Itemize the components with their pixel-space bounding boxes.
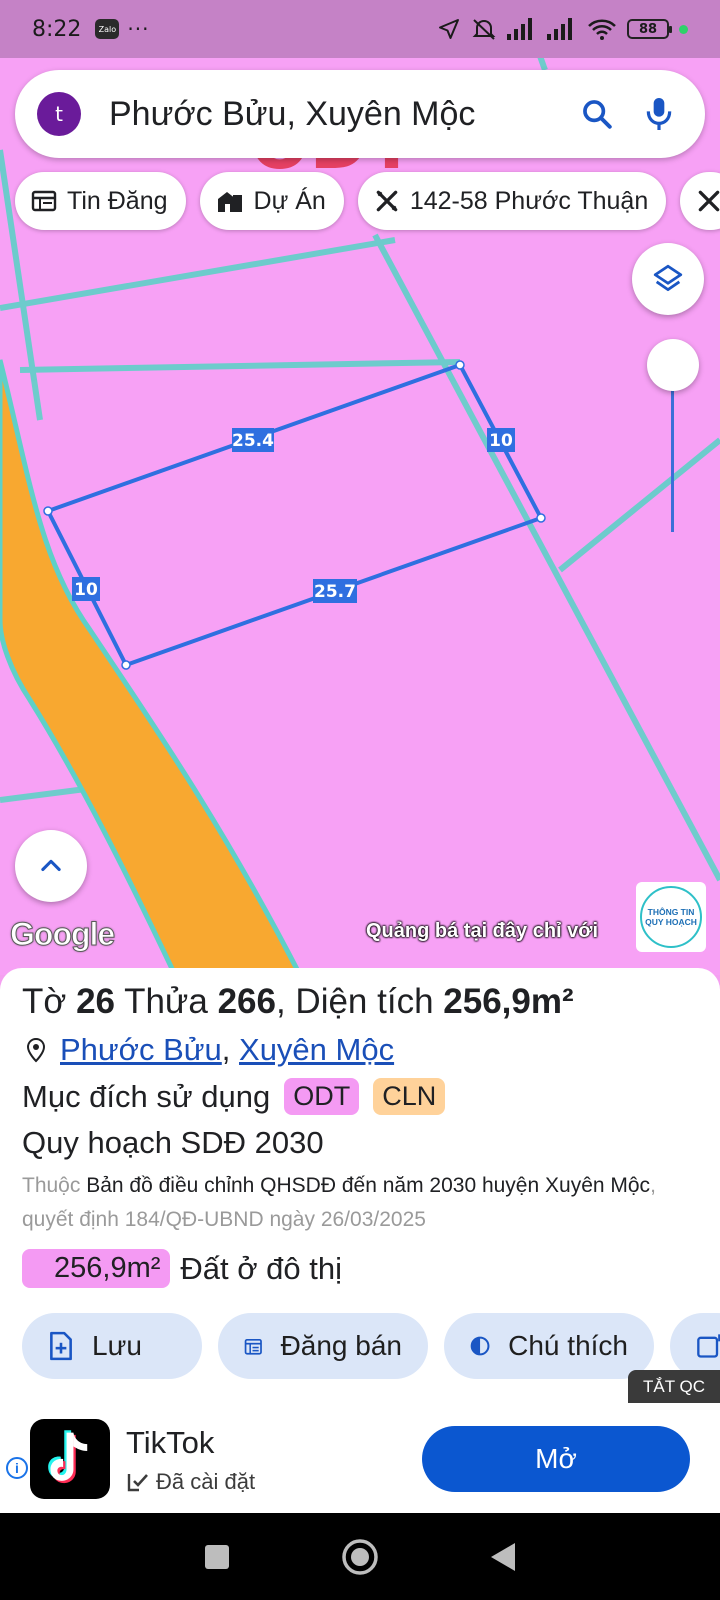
back-icon[interactable] [489, 1541, 517, 1573]
title-prefix: Tờ [22, 982, 77, 1021]
zone-area-badge: 256,9m² [22, 1249, 171, 1288]
desc-prefix: Thuộc [22, 1174, 87, 1197]
chip-label: Tin Đăng [67, 186, 168, 215]
expand-sheet-button[interactable] [15, 830, 87, 902]
recents-icon[interactable] [203, 1543, 231, 1571]
microphone-icon [646, 98, 672, 130]
opacity-slider-handle[interactable] [647, 339, 699, 391]
chip-measure-location[interactable]: 142-58 Phước Thuận [357, 172, 667, 230]
purpose-badge-cln: CLN [373, 1078, 446, 1115]
chip-label: 142-58 Phước Thuận [409, 186, 649, 215]
zone-name: Đất ở đô thị [180, 1250, 343, 1286]
add-photo-icon [697, 1334, 720, 1358]
land-use-purpose: Mục đích sử dụng ODT CLN [22, 1078, 698, 1115]
parcel-area: 256,9m² [443, 982, 574, 1021]
district-link[interactable]: Xuyên Mộc [239, 1032, 394, 1068]
status-bar: 8:22 Zalo ··· 88 [0, 0, 720, 58]
ward-link[interactable]: Phước Bửu [60, 1032, 222, 1068]
title-area-label: , Diện tích [275, 982, 444, 1021]
parcel-title: Tờ 26 Thửa 266, Diện tích 256,9m² [22, 982, 698, 1022]
system-nav-bar [0, 1513, 720, 1600]
edge-label-left: 10 [74, 580, 98, 600]
status-time: 8:22 [32, 16, 82, 42]
search-bar[interactable]: t Phước Bửu, Xuyên Mộc [15, 70, 705, 158]
google-logo: Google [9, 916, 115, 953]
edge-label-top: 25.4 [232, 431, 274, 451]
close-ad-button[interactable]: TẮT QC [628, 1370, 720, 1404]
promo-banner-text[interactable]: Quảng bá tại đây chỉ với [366, 920, 598, 943]
qh-logo-line2: QUY HOẠCH [645, 917, 697, 927]
chip-tin-dang[interactable]: Tin Đăng [15, 172, 186, 230]
edge-label-bottom: 25.7 [314, 582, 356, 602]
legend-label: Chú thích [508, 1330, 628, 1361]
plan-description: Thuộc Bản đồ điều chỉnh QHSDĐ đến năm 20… [22, 1169, 698, 1237]
plan-title: Quy hoạch SDĐ 2030 [22, 1125, 324, 1160]
location-pin-icon [26, 1037, 46, 1063]
chip-du-an[interactable]: Dự Án [199, 172, 344, 230]
qh-logo-line1: THÔNG TIN [647, 907, 695, 917]
ad-banner[interactable]: i TikTok Đã cài đặt Mở [0, 1403, 720, 1513]
comma: , [221, 1032, 240, 1067]
tiktok-logo-icon [48, 1430, 88, 1484]
mute-icon [472, 19, 496, 40]
privacy-indicator-dot [679, 24, 688, 34]
action-buttons: Lưu Đăng bán Chú thích [22, 1313, 720, 1379]
voice-search-button[interactable] [635, 90, 683, 138]
search-button[interactable] [573, 90, 621, 138]
post-label: Đăng bán [280, 1330, 402, 1361]
more-notifications-icon: ··· [127, 17, 150, 41]
parcel-number: 266 [217, 982, 276, 1021]
chevron-up-icon [41, 859, 61, 872]
chip-more[interactable] [680, 172, 720, 230]
installed-label: Đã cài đặt [156, 1469, 256, 1494]
purpose-badge-odt: ODT [284, 1078, 360, 1115]
ad-info-icon[interactable]: i [6, 1457, 28, 1479]
save-label: Lưu [92, 1330, 142, 1361]
signal-icon [507, 18, 532, 40]
search-query[interactable]: Phước Bửu, Xuyên Mộc [109, 95, 559, 134]
post-for-sale-button[interactable]: Đăng bán [218, 1313, 428, 1379]
chip-label: Dự Án [253, 186, 326, 215]
title-mid: Thửa [115, 982, 218, 1021]
signal-2-icon [547, 18, 572, 40]
ad-installed-status: Đã cài đặt [126, 1469, 255, 1495]
filter-chips: Tin Đăng Dự Án 142-58 Phước Thuận [15, 172, 720, 232]
listing-icon [31, 190, 57, 212]
tiktok-app-icon[interactable] [30, 1419, 110, 1499]
wifi-icon [588, 19, 616, 40]
calendar-icon [244, 1338, 262, 1355]
desc-main: Bản đồ điều chỉnh QHSDĐ đến năm 2030 huy… [86, 1174, 651, 1197]
save-button[interactable]: Lưu [22, 1313, 202, 1379]
edge-label-right: 10 [489, 431, 513, 451]
account-avatar[interactable]: t [37, 92, 81, 136]
save-icon [50, 1331, 72, 1361]
ruler-icon [376, 190, 398, 212]
open-app-button[interactable]: Mở [422, 1426, 690, 1492]
parcel-location: Phước Bửu, Xuyên Mộc [22, 1032, 698, 1068]
layers-button[interactable] [632, 243, 704, 315]
location-arrow-icon [439, 19, 459, 39]
home-icon[interactable] [341, 1538, 379, 1576]
building-icon [217, 192, 242, 212]
ruler-2-icon [698, 190, 720, 212]
legend-button[interactable]: Chú thích [444, 1313, 654, 1379]
quy-hoach-logo[interactable]: THÔNG TIN QUY HOẠCH [636, 882, 706, 952]
contrast-icon [470, 1336, 490, 1356]
search-icon [583, 100, 612, 129]
purpose-label: Mục đích sử dụng [22, 1078, 271, 1114]
battery-indicator: 88 [627, 19, 672, 39]
layers-icon [653, 264, 683, 292]
installed-check-icon [127, 1474, 148, 1492]
zalo-notification-icon: Zalo [95, 19, 120, 39]
ad-app-name: TikTok [126, 1425, 215, 1460]
zone-area-row: 256,9m² Đất ở đô thị [22, 1249, 698, 1288]
sheet-number: 26 [76, 982, 115, 1021]
